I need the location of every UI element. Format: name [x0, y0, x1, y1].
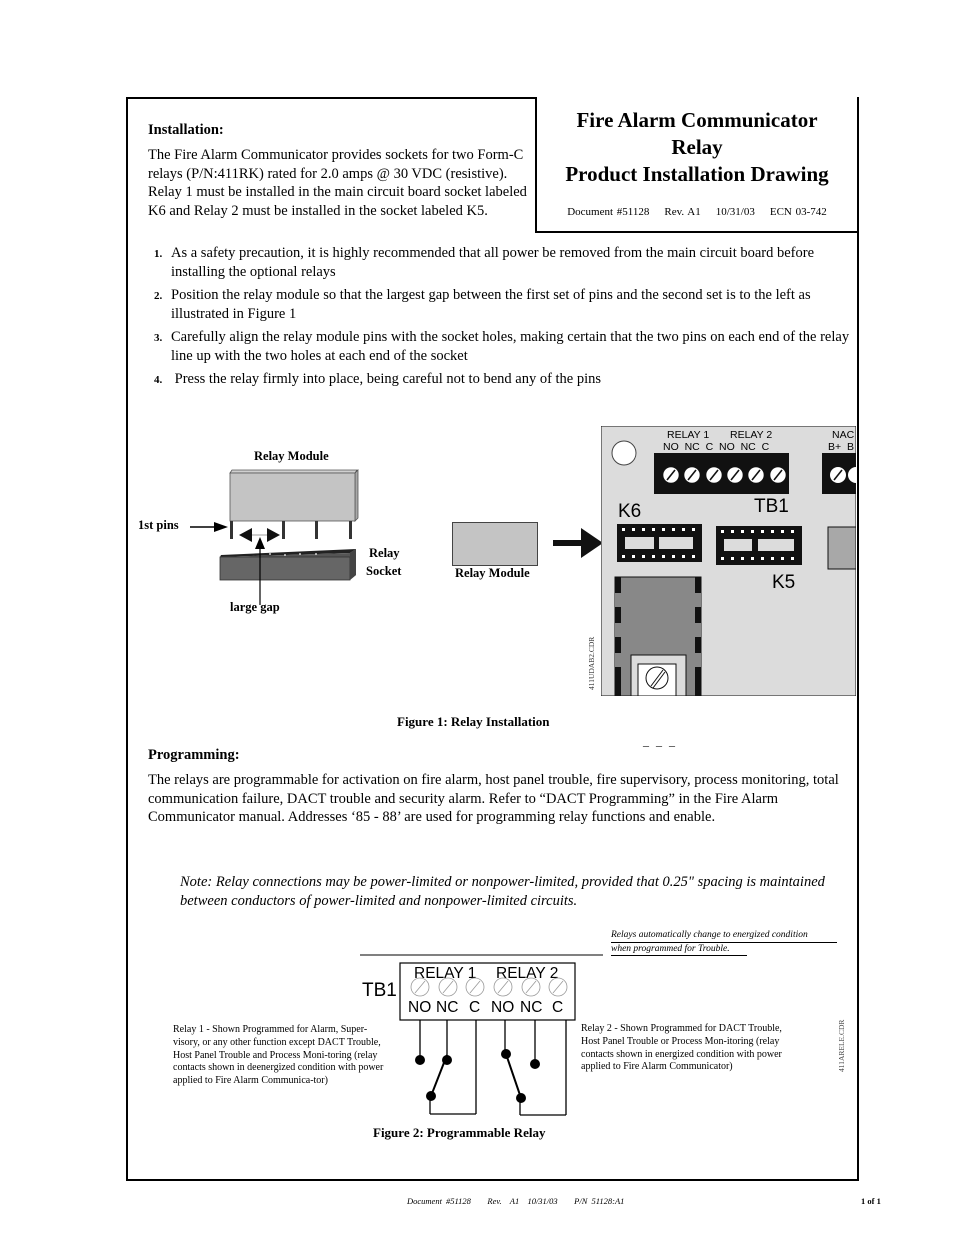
board-relay2-label: RELAY 2: [730, 429, 772, 441]
relay-module-label-2: Relay Module: [455, 566, 530, 580]
relay-pin: [230, 521, 233, 539]
relay-socket-label-2: Socket: [366, 564, 402, 578]
step-text: Press the relay firmly into place, being…: [171, 371, 602, 387]
power-limited-note: Note: Relay connections may be power-lim…: [180, 874, 825, 909]
step-item: 3. Carefully align the relay module pins…: [150, 328, 855, 365]
title-line-3: Product Installation Drawing: [565, 162, 829, 186]
trouble-note-line-1: Relays automatically change to energized…: [611, 929, 837, 943]
installation-steps: 1. As a safety precaution, it is highly …: [150, 244, 855, 394]
relay-module-side: [354, 469, 359, 522]
step-text: Carefully align the relay module pins wi…: [171, 329, 850, 364]
step-text: As a safety precaution, it is highly rec…: [171, 245, 815, 280]
figure1-caption: Figure 1: Relay Installation: [397, 714, 550, 729]
relay-pin: [315, 521, 318, 539]
relay1-description: Relay 1 - Shown Programmed for Alarm, Su…: [173, 1024, 384, 1087]
relay-pin: [282, 521, 285, 539]
programming-heading: Programming:: [148, 747, 240, 763]
gap-arrow-right-icon: [267, 528, 280, 542]
step-text: Position the relay module so that the la…: [171, 287, 811, 322]
board-relay1-label: RELAY 1: [667, 429, 709, 441]
fig2-tb1-label: TB1: [362, 980, 397, 1001]
figure2-file-id: 411ARELE.CDR: [837, 1019, 846, 1072]
board-nac-label: NAC: [832, 429, 855, 441]
board-tb1-label: TB1: [754, 496, 789, 517]
step-number: 1.: [154, 248, 163, 260]
footer-page-number: 1 of 1: [861, 1196, 881, 1206]
step-number: 3.: [154, 332, 163, 344]
step-number: 2.: [154, 290, 163, 302]
gap-arrow-left-icon: [239, 528, 252, 542]
step-number: 4.: [154, 374, 163, 386]
first-pins-label: 1st pins: [138, 518, 179, 532]
fig2-term-c2: C: [552, 999, 563, 1016]
relay-module-label: Relay Module: [254, 449, 329, 463]
board-k6-label: K6: [618, 501, 641, 522]
relay-module-top: [229, 469, 358, 474]
relay-pin: [349, 521, 352, 539]
title-block: Fire Alarm Communicator Relay Product In…: [535, 97, 857, 233]
large-gap-arrow-icon: [255, 537, 265, 549]
step-item: 1. As a safety precaution, it is highly …: [150, 244, 855, 281]
fig2-term-nc2: NC: [520, 999, 542, 1016]
trouble-note: Relays automatically change to energized…: [611, 929, 837, 956]
step-item: 4. Press the relay firmly into place, be…: [150, 370, 855, 389]
board-terminal-labels: NO NC C NO NC C: [663, 441, 770, 453]
relay-socket-label-1: Relay: [369, 546, 400, 560]
figure1-file-id: 411UDAB2.CDR: [587, 636, 596, 690]
board-component: [827, 526, 856, 570]
first-pins-arrow-icon: [214, 522, 228, 532]
relay2-description: Relay 2 - Shown Programmed for DACT Trou…: [581, 1023, 782, 1073]
figure2-caption: Figure 2: Programmable Relay: [373, 1125, 546, 1140]
relay-module-body: [229, 472, 356, 522]
circuit-board: RELAY 1 RELAY 2 NO NC C NO NC C NAC B+ B…: [601, 426, 856, 696]
fig2-term-no2: NO: [491, 999, 514, 1016]
title-line-2: Relay: [671, 135, 723, 159]
trouble-note-line-2: when programmed for Trouble.: [611, 943, 747, 956]
installation-intro: The Fire Alarm Communicator provides soc…: [148, 147, 527, 219]
title-line-1: Fire Alarm Communicator: [576, 108, 818, 132]
relay-socket-illustration: [190, 469, 359, 605]
mounting-hole: [611, 440, 637, 466]
footer-document-info: Document #51128 Rev. A1 10/31/03 P/N 511…: [407, 1196, 625, 1206]
board-k5-label: K5: [772, 572, 795, 593]
fig2-term-nc1: NC: [436, 999, 458, 1016]
fig2-term-c1: C: [469, 999, 480, 1016]
programmable-relay-diagram: TB1 RELAY 1 RELAY 2 NO NC C NO NC C: [360, 954, 603, 1116]
document-info: Document #51128 Rev. A1 10/31/03 ECN 03-…: [567, 206, 827, 218]
fig2-term-no1: NO: [408, 999, 431, 1016]
relay-module-box: [452, 522, 538, 566]
programming-text: The relays are programmable for activati…: [148, 772, 839, 825]
installation-heading: Installation:: [148, 122, 224, 138]
step-item: 2. Position the relay module so that the…: [150, 286, 855, 323]
board-nac-terminals: B+ B: [828, 441, 854, 453]
figure1-dashes: _ _ _: [643, 734, 677, 748]
insert-arrow-icon: [553, 528, 603, 558]
